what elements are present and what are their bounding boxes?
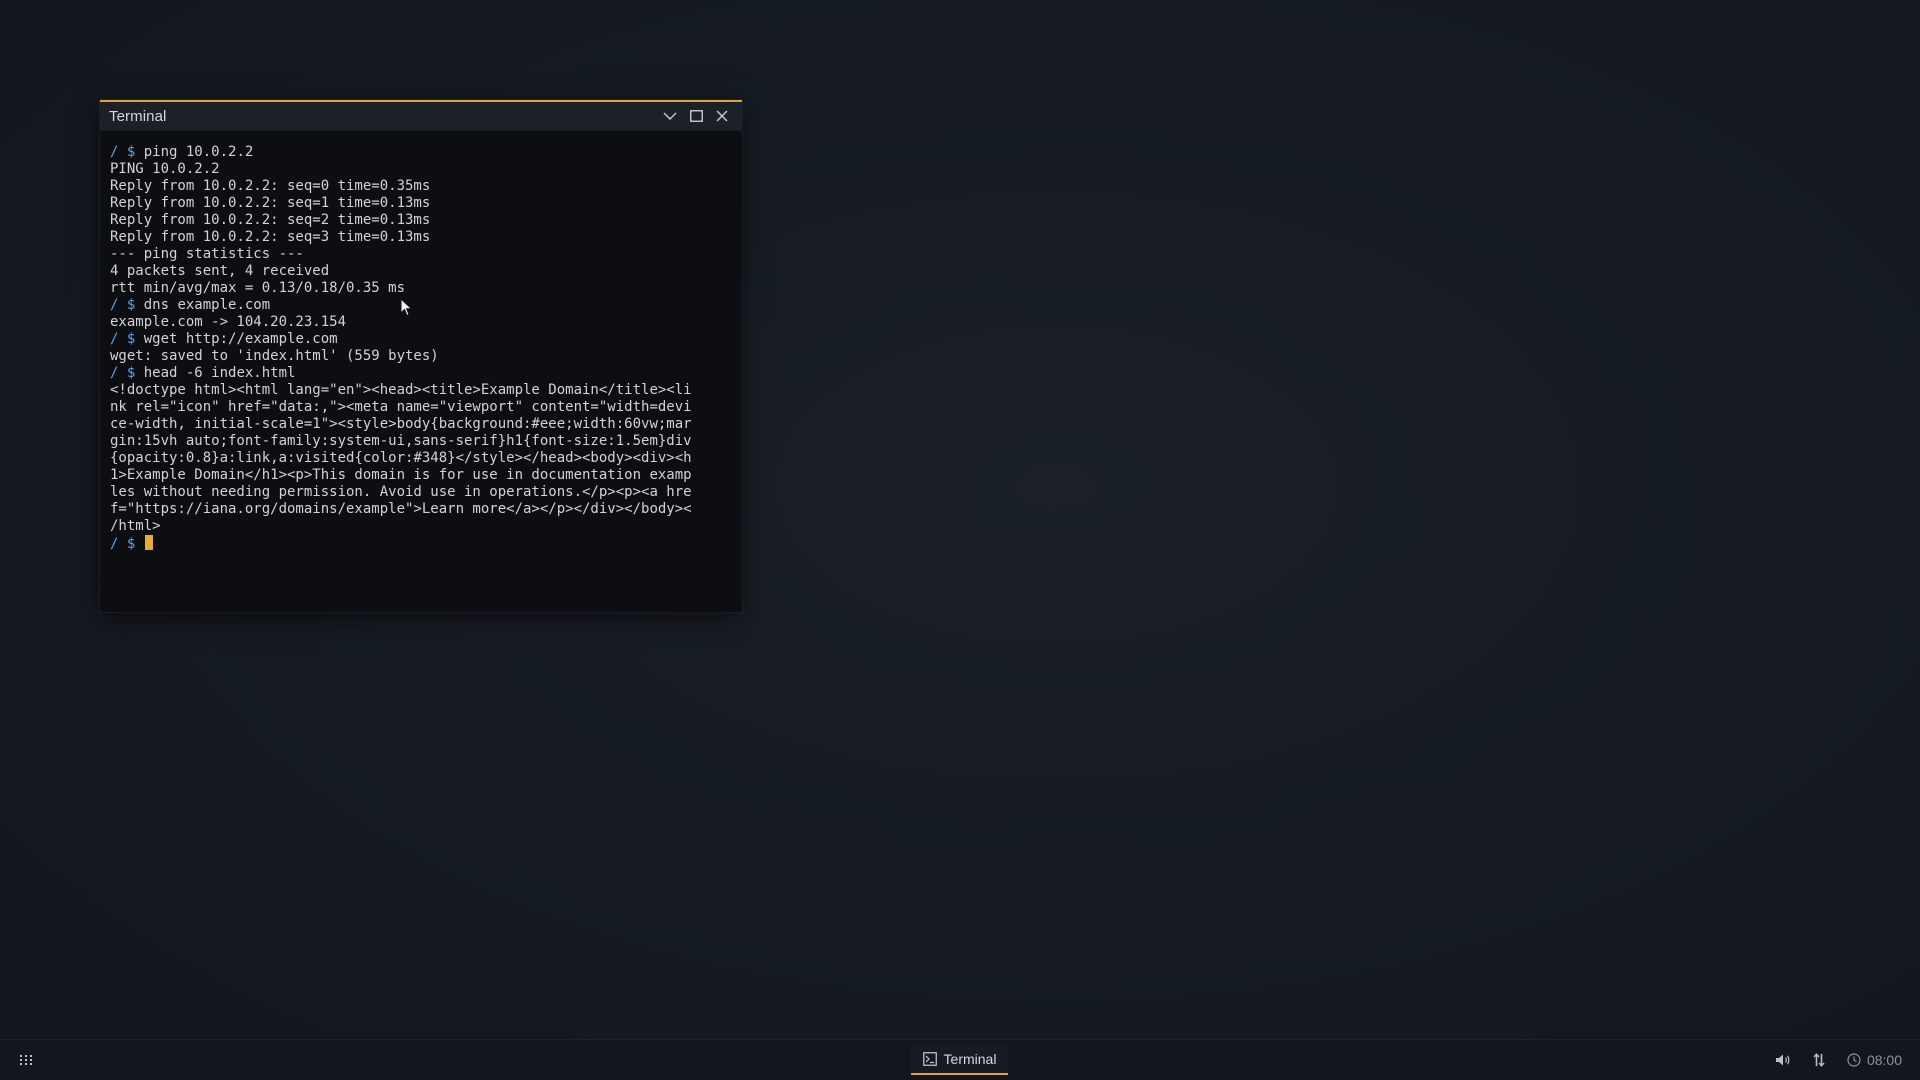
- terminal-text: 4 packets sent, 4 received: [110, 263, 330, 279]
- terminal-text: 1>Example Domain</h1><p>This domain is f…: [110, 467, 692, 483]
- volume-button[interactable]: [1775, 1053, 1791, 1067]
- terminal-line: nk rel="icon" href="data:,"><meta name="…: [110, 399, 734, 416]
- shell-prompt: / $: [110, 331, 136, 347]
- terminal-line: ce-width, initial-scale=1"><style>body{b…: [110, 416, 734, 433]
- chevron-down-icon: [663, 112, 677, 120]
- terminal-text: Reply from 10.0.2.2: seq=1 time=0.13ms: [110, 195, 431, 211]
- terminal-line: f="https://iana.org/domains/example">Lea…: [110, 501, 734, 518]
- network-arrows-icon: [1813, 1053, 1825, 1067]
- terminal-text: example.com -> 104.20.23.154: [110, 314, 347, 330]
- terminal-line: les without needing permission. Avoid us…: [110, 484, 734, 501]
- terminal-line: 1>Example Domain</h1><p>This domain is f…: [110, 467, 734, 484]
- terminal-text: gin:15vh auto;font-family:system-ui,sans…: [110, 433, 692, 449]
- terminal-text: ping 10.0.2.2: [135, 144, 254, 160]
- terminal-text: rtt min/avg/max = 0.13/0.18/0.35 ms: [110, 280, 406, 296]
- window-controls: [660, 106, 732, 126]
- terminal-line: Reply from 10.0.2.2: seq=2 time=0.13ms: [110, 212, 734, 229]
- minimize-button[interactable]: [660, 106, 680, 126]
- shell-prompt: / $: [110, 144, 136, 160]
- terminal-line: / $ dns example.com: [110, 297, 734, 314]
- terminal-text: Reply from 10.0.2.2: seq=3 time=0.13ms: [110, 229, 431, 245]
- terminal-text: --- ping statistics ---: [110, 246, 304, 262]
- clock-time: 08:00: [1866, 1052, 1902, 1068]
- terminal-text: /html>: [110, 518, 161, 534]
- app-grid-icon: [20, 1055, 32, 1065]
- shell-prompt: / $: [110, 536, 136, 552]
- text-cursor: [144, 535, 153, 550]
- terminal-line: rtt min/avg/max = 0.13/0.18/0.35 ms: [110, 280, 734, 297]
- shell-prompt: / $: [110, 297, 136, 313]
- terminal-line: gin:15vh auto;font-family:system-ui,sans…: [110, 433, 734, 450]
- terminal-text: dns example.com: [135, 297, 271, 313]
- terminal-line: 4 packets sent, 4 received: [110, 263, 734, 280]
- terminal-line: <!doctype html><html lang="en"><head><ti…: [110, 382, 734, 399]
- terminal-line: PING 10.0.2.2: [110, 161, 734, 178]
- terminal-window[interactable]: Terminal / $ ping 10.0.2.2 PING 10.0.2.2…: [100, 100, 742, 612]
- terminal-text: PING 10.0.2.2: [110, 161, 220, 177]
- terminal-text: <!doctype html><html lang="en"><head><ti…: [110, 382, 692, 398]
- terminal-text: ce-width, initial-scale=1"><style>body{b…: [110, 416, 692, 432]
- network-button[interactable]: [1813, 1053, 1825, 1067]
- terminal-line: wget: saved to 'index.html' (559 bytes): [110, 348, 734, 365]
- taskbar-item-terminal[interactable]: Terminal: [911, 1045, 1008, 1075]
- volume-icon: [1775, 1054, 1790, 1066]
- terminal-text: {opacity:0.8}a:link,a:visited{color:#348…: [110, 450, 692, 466]
- terminal-line: example.com -> 104.20.23.154: [110, 314, 734, 331]
- window-titlebar[interactable]: Terminal: [100, 102, 742, 131]
- terminal-output[interactable]: / $ ping 10.0.2.2 PING 10.0.2.2 Reply from…: [100, 133, 742, 612]
- terminal-text: nk rel="icon" href="data:,"><meta name="…: [110, 399, 692, 415]
- terminal-text: Reply from 10.0.2.2: seq=0 time=0.35ms: [110, 178, 431, 194]
- terminal-text: wget: saved to 'index.html' (559 bytes): [110, 348, 439, 364]
- maximize-icon: [689, 110, 703, 122]
- terminal-line: Reply from 10.0.2.2: seq=1 time=0.13ms: [110, 195, 734, 212]
- terminal-text: head -6 index.html: [135, 365, 296, 381]
- terminal-icon: [922, 1052, 937, 1066]
- system-tray: 08:00: [1775, 1040, 1902, 1080]
- terminal-line: Reply from 10.0.2.2: seq=3 time=0.13ms: [110, 229, 734, 246]
- clock-icon: [1847, 1053, 1861, 1067]
- terminal-line: / $ ping 10.0.2.2: [110, 144, 734, 161]
- close-button[interactable]: [712, 106, 732, 126]
- clock[interactable]: 08:00: [1847, 1052, 1902, 1068]
- shell-prompt: / $: [110, 365, 136, 381]
- terminal-line: {opacity:0.8}a:link,a:visited{color:#348…: [110, 450, 734, 467]
- terminal-text: Reply from 10.0.2.2: seq=2 time=0.13ms: [110, 212, 431, 228]
- terminal-line: / $ wget http://example.com: [110, 331, 734, 348]
- maximize-button[interactable]: [686, 106, 706, 126]
- window-title: Terminal: [109, 107, 167, 125]
- terminal-text: wget http://example.com: [135, 331, 338, 347]
- terminal-text: f="https://iana.org/domains/example">Lea…: [110, 501, 692, 517]
- terminal-line: --- ping statistics ---: [110, 246, 734, 263]
- app-launcher-button[interactable]: [16, 1050, 36, 1070]
- terminal-line: /html>: [110, 518, 734, 535]
- terminal-line: Reply from 10.0.2.2: seq=0 time=0.35ms: [110, 178, 734, 195]
- close-icon: [716, 110, 728, 122]
- taskbar: Terminal 08:00: [0, 1039, 1920, 1080]
- terminal-line: / $ head -6 index.html: [110, 365, 734, 382]
- terminal-input-line[interactable]: / $: [110, 535, 734, 552]
- terminal-text: les without needing permission. Avoid us…: [110, 484, 692, 500]
- taskbar-item-label: Terminal: [943, 1051, 997, 1067]
